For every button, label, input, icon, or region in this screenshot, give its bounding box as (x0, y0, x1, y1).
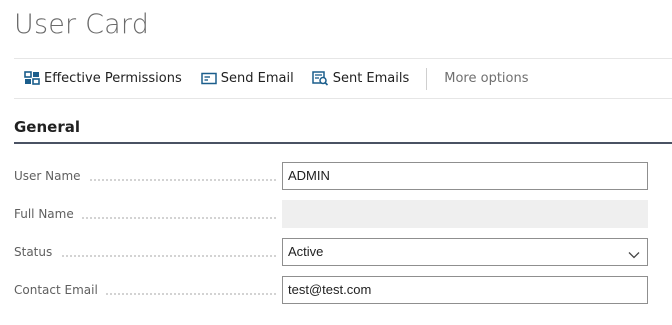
section-divider (14, 142, 672, 144)
more-options-button[interactable]: More options (444, 59, 528, 98)
sent-emails-icon (312, 71, 330, 87)
user-name-row: User Name ADMIN (14, 162, 648, 190)
page-title: User Card (14, 9, 150, 40)
permissions-icon (23, 71, 41, 87)
action-separator (426, 67, 428, 90)
status-row: Status Active (14, 238, 648, 266)
full-name-label: Full Name (14, 200, 82, 228)
chevron-down-icon (627, 245, 641, 259)
send-email-button[interactable]: Send Email (200, 59, 294, 98)
effective-permissions-label: Effective Permissions (44, 71, 182, 86)
contact-email-row: Contact Email test@test.com (14, 276, 648, 304)
status-value: Active (288, 244, 324, 259)
user-name-label: User Name (14, 162, 89, 190)
contact-email-input[interactable]: test@test.com (282, 276, 648, 304)
full-name-field (282, 200, 648, 228)
action-bar: Effective Permissions Send Email Sent Em… (14, 59, 672, 99)
effective-permissions-button[interactable]: Effective Permissions (23, 59, 182, 98)
sent-emails-label: Sent Emails (332, 71, 410, 86)
email-icon (200, 71, 218, 87)
status-select[interactable]: Active (282, 238, 648, 266)
status-label: Status (14, 238, 61, 266)
user-name-input[interactable]: ADMIN (282, 162, 648, 190)
sent-emails-button[interactable]: Sent Emails (312, 59, 410, 98)
full-name-row: Full Name (14, 200, 648, 228)
section-title-general: General (14, 118, 80, 136)
contact-email-label: Contact Email (14, 276, 106, 304)
send-email-label: Send Email (220, 71, 294, 86)
